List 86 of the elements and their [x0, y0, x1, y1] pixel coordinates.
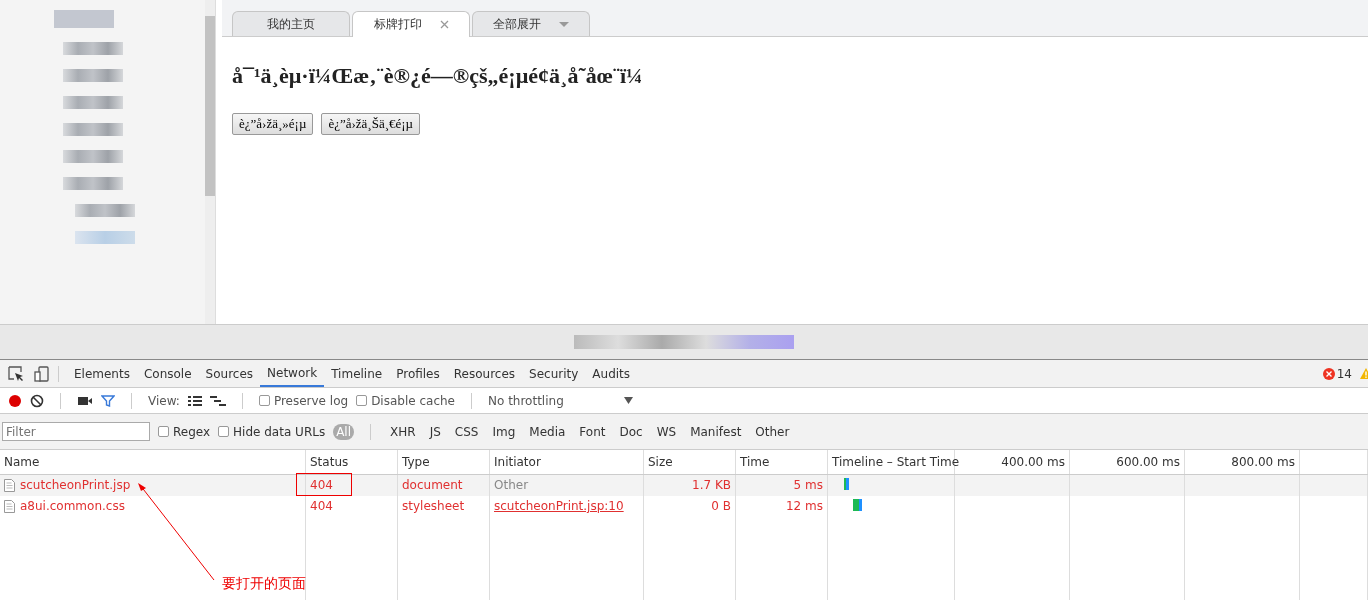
type-filter[interactable]: XHR [387, 423, 419, 440]
checkbox[interactable] [258, 395, 270, 406]
checkbox[interactable] [158, 426, 169, 437]
panel-tab[interactable]: Audits [585, 360, 638, 387]
waterfall-bar [844, 478, 849, 490]
pixelated-menu-item[interactable] [63, 42, 123, 55]
camera-icon[interactable] [77, 394, 93, 407]
dropdown-arrow-icon [624, 397, 633, 404]
checkbox[interactable] [356, 395, 368, 406]
table-row[interactable]: scutcheonPrint.jsp 404 document Other 1.7 KB 5 ms [0, 475, 1368, 496]
warning-icon[interactable] [1360, 367, 1368, 380]
panel-tab[interactable]: Security [522, 360, 586, 387]
waterfall-view-icon[interactable] [209, 394, 226, 407]
request-name[interactable]: scutcheonPrint.jsp [20, 478, 131, 492]
record-icon[interactable] [8, 393, 22, 408]
timeline-tick: 600.00 ms [1070, 450, 1185, 474]
timeline-tick: 800.00 ms [1185, 450, 1300, 474]
panel-tab[interactable]: Network [260, 360, 325, 387]
size-cell: 0 B [644, 496, 736, 517]
filter-icon[interactable] [101, 393, 115, 408]
inspect-icon[interactable] [8, 365, 24, 382]
error-count[interactable]: 14 [1336, 366, 1352, 381]
pixelated-menu-item[interactable] [63, 150, 123, 163]
checkbox-label: Disable cache [371, 393, 455, 408]
type-filter[interactable]: CSS [451, 423, 482, 440]
initiator-cell: Other [490, 475, 644, 496]
view-label: View: [148, 393, 180, 408]
table-row[interactable]: a8ui.common.css 404 stylesheet scutcheonPrint.jsp:10 0 B 12 ms [0, 496, 1368, 517]
waterfall-bar [853, 499, 862, 511]
type-filter[interactable]: Doc [616, 423, 646, 440]
pixelated-menu-item[interactable] [63, 123, 123, 136]
column-header[interactable]: Type [398, 450, 490, 474]
panel-tab[interactable]: Resources [446, 360, 523, 387]
highlight-box [296, 473, 352, 496]
checkbox-label: Preserve log [273, 393, 349, 408]
clear-icon[interactable] [30, 393, 44, 408]
type-filter[interactable]: WS [653, 423, 680, 440]
panel-tab[interactable]: Profiles [389, 360, 447, 387]
column-header[interactable]: Initiator [490, 450, 644, 474]
error-icon[interactable] [1322, 367, 1335, 380]
column-header[interactable]: Time [736, 450, 828, 474]
type-filter[interactable]: Media [526, 423, 569, 440]
type-filter[interactable]: JS [426, 423, 444, 440]
column-header[interactable]: Status [306, 450, 398, 474]
type-filter[interactable]: Other [752, 423, 793, 440]
status-cell: 404 [306, 475, 398, 496]
device-icon[interactable] [34, 365, 50, 382]
document-icon [4, 499, 15, 513]
type-cell: document [398, 475, 490, 496]
document-icon [4, 478, 15, 492]
request-name[interactable]: a8ui.common.css [20, 499, 125, 513]
panel-tab[interactable]: Timeline [324, 360, 390, 387]
type-filter[interactable]: Img [489, 423, 519, 440]
size-cell: 1.7 KB [644, 475, 736, 496]
checkbox-label: Regex [173, 424, 211, 439]
panel-tab[interactable]: Elements [67, 360, 137, 387]
tab[interactable]: 我的主页 [232, 11, 350, 36]
page-button[interactable]: è¿”å›žä¸»é¡µ [232, 113, 314, 135]
type-filter[interactable]: Manifest [687, 423, 745, 440]
time-cell: 12 ms [736, 496, 828, 517]
status-cell: 404 [306, 496, 398, 517]
tab[interactable]: 标牌打印 [352, 11, 470, 37]
page-heading: å¯¹ä¸èµ·ï¼Œæ‚¨è®¿é—®çš„é¡µé¢ä¸å˜åœ¨ï¼ [232, 63, 644, 89]
column-header[interactable]: Size [644, 450, 736, 474]
type-cell: stylesheet [398, 496, 490, 517]
checkbox-label: Hide data URLs [233, 424, 326, 439]
caret-icon[interactable] [559, 21, 569, 27]
throttling-dropdown[interactable]: No throttling [488, 393, 633, 408]
tab[interactable]: 全部展开 [472, 11, 590, 36]
panel-tab[interactable]: Console [136, 360, 199, 387]
annotation-text: 要打开的页面 [222, 575, 306, 593]
pixelated-menu-item[interactable] [63, 96, 123, 109]
type-filter[interactable]: Font [576, 423, 609, 440]
initiator-link[interactable]: scutcheonPrint.jsp:10 [490, 496, 644, 517]
column-header[interactable]: Name [0, 450, 306, 474]
checkbox[interactable] [218, 426, 230, 437]
close-icon[interactable] [439, 20, 449, 29]
scrollbar[interactable] [205, 0, 215, 324]
page-button[interactable]: è¿”å›žä¸Šä¸€é¡µ [321, 113, 421, 135]
pixelated-menu-item[interactable] [75, 204, 135, 217]
pixelated-menu-item[interactable] [63, 177, 123, 190]
time-cell: 5 ms [736, 475, 828, 496]
panel-tab[interactable]: Sources [198, 360, 261, 387]
filter-field[interactable]: Filter [2, 422, 150, 441]
list-view-icon[interactable] [187, 394, 202, 407]
pixelated-menu-item[interactable] [63, 69, 123, 82]
